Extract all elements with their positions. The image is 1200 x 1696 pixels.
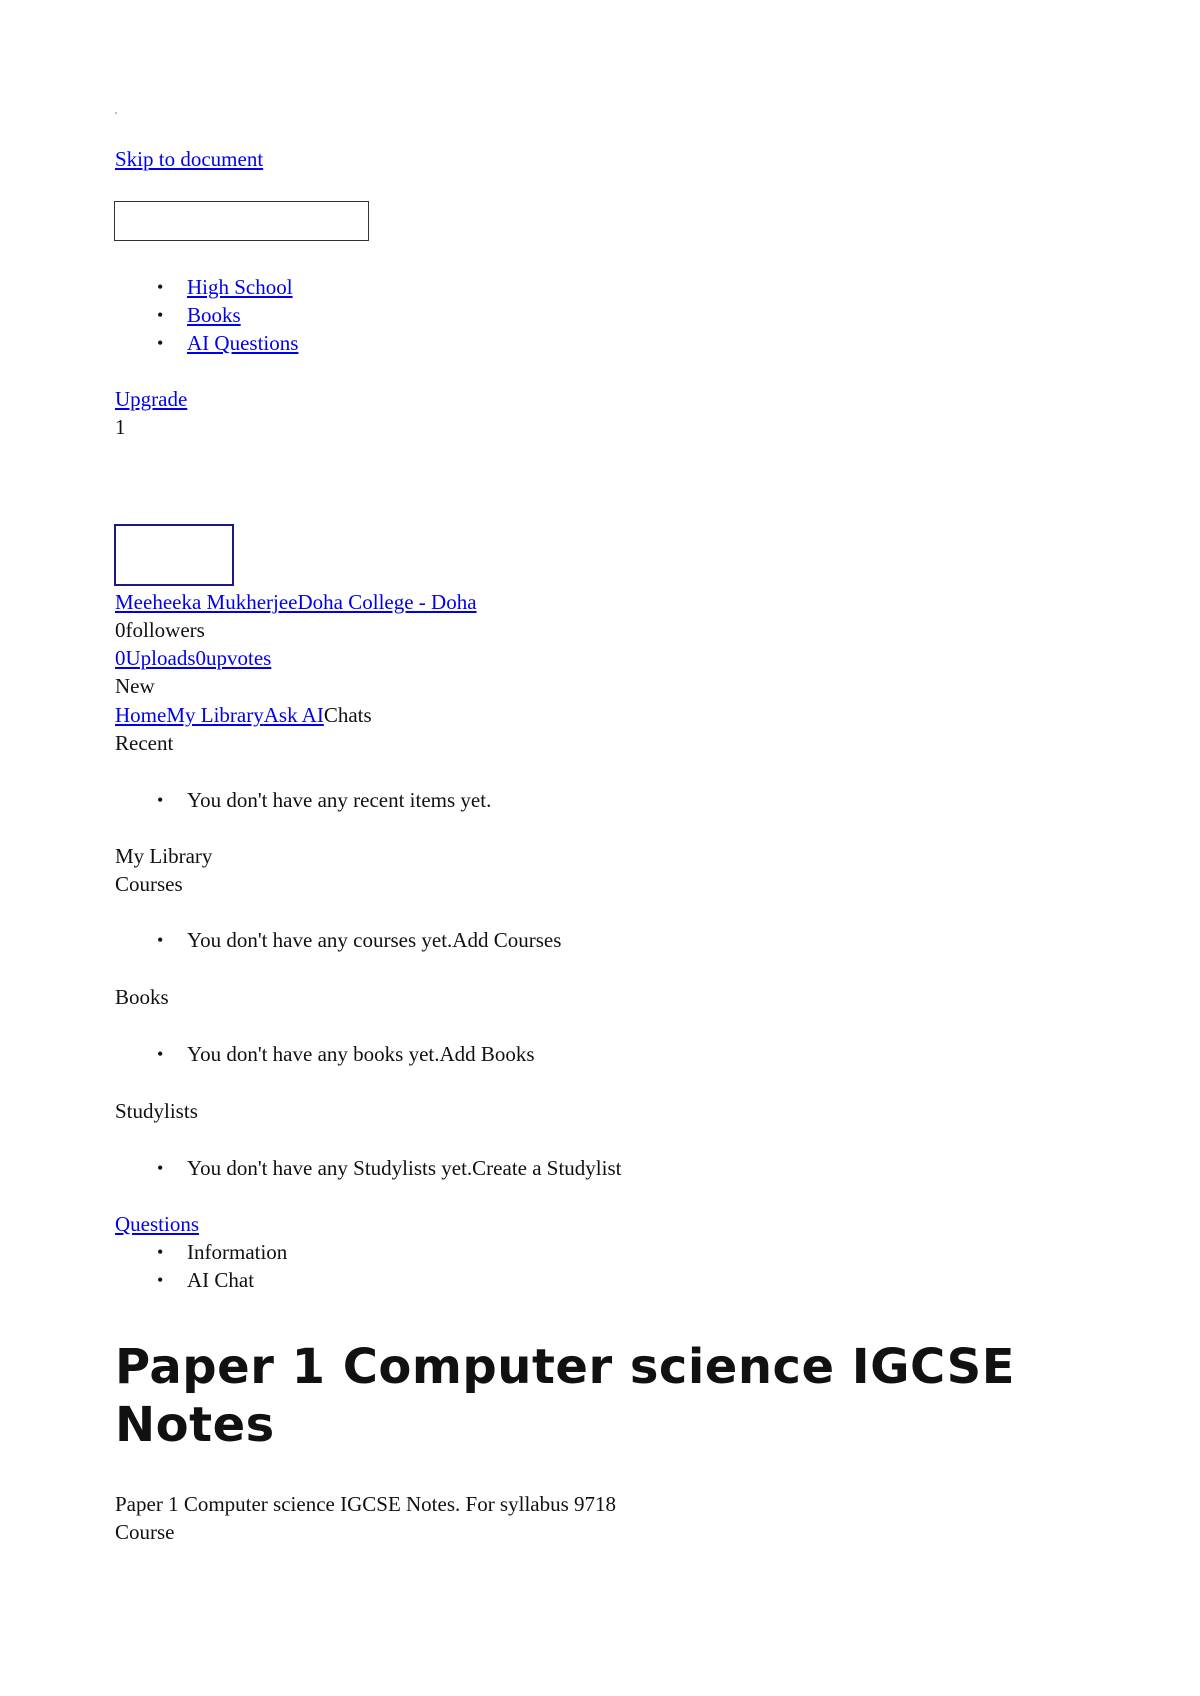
courses-list: You don't have any courses yet.Add Cours… bbox=[115, 926, 561, 954]
recent-heading: Recent bbox=[115, 731, 174, 755]
menu-chats[interactable]: Chats bbox=[324, 703, 372, 727]
my-library-heading: My Library bbox=[115, 844, 213, 868]
courses-heading: Courses bbox=[115, 872, 183, 896]
notification-count: 1 bbox=[115, 415, 126, 439]
avatar[interactable] bbox=[114, 524, 234, 586]
create-studylist-button[interactable]: Create a Studylist bbox=[472, 1156, 621, 1180]
menu-ask-ai-link[interactable]: Ask AI bbox=[264, 703, 324, 727]
nav-link-ai-questions[interactable]: AI Questions bbox=[187, 331, 298, 355]
nav-item-books: Books bbox=[115, 301, 298, 329]
books-empty-text: You don't have any books yet. bbox=[187, 1042, 440, 1066]
books-heading: Books bbox=[115, 985, 169, 1009]
new-label[interactable]: New bbox=[115, 672, 155, 700]
document-title: Paper 1 Computer science IGCSE Notes bbox=[115, 1339, 1015, 1453]
top-nav: High School Books AI Questions bbox=[115, 273, 298, 357]
nav-link-books[interactable]: Books bbox=[187, 303, 241, 327]
upgrade-link[interactable]: Upgrade bbox=[115, 385, 187, 413]
top-dot bbox=[115, 112, 117, 114]
nav-item-high-school: High School bbox=[115, 273, 298, 301]
courses-empty-text: You don't have any courses yet. bbox=[187, 928, 453, 952]
recent-empty-item: You don't have any recent items yet. bbox=[115, 786, 491, 814]
studylists-list: You don't have any Studylists yet.Create… bbox=[115, 1154, 621, 1182]
tab-information[interactable]: Information bbox=[115, 1238, 287, 1266]
books-empty-item: You don't have any books yet.Add Books bbox=[115, 1040, 535, 1068]
skip-to-document-link[interactable]: Skip to document bbox=[115, 145, 263, 173]
questions-link[interactable]: Questions bbox=[115, 1210, 199, 1238]
courses-empty-item: You don't have any courses yet.Add Cours… bbox=[115, 926, 561, 954]
uploads-upvotes-link[interactable]: 0Uploads0upvotes bbox=[115, 644, 271, 672]
nav-item-ai-questions: AI Questions bbox=[115, 329, 298, 357]
menu-my-library-link[interactable]: My Library bbox=[166, 703, 263, 727]
studylists-empty-item: You don't have any Studylists yet.Create… bbox=[115, 1154, 621, 1182]
studylists-empty-text: You don't have any Studylists yet. bbox=[187, 1156, 473, 1180]
menu-home-link[interactable]: Home bbox=[115, 703, 166, 727]
nav-link-high-school[interactable]: High School bbox=[187, 275, 293, 299]
tab-ai-chat[interactable]: AI Chat bbox=[115, 1266, 287, 1294]
profile-link[interactable]: Meeheeka MukherjeeDoha College - Doha bbox=[115, 588, 477, 616]
followers-count: 0followers bbox=[115, 618, 205, 642]
main-menu: HomeMy LibraryAsk AIChats bbox=[115, 701, 372, 729]
add-courses-button[interactable]: Add Courses bbox=[452, 928, 561, 952]
books-list: You don't have any books yet.Add Books bbox=[115, 1040, 535, 1068]
document-tabs: Information AI Chat bbox=[115, 1238, 287, 1294]
search-input[interactable] bbox=[114, 201, 369, 241]
studylists-heading: Studylists bbox=[115, 1099, 198, 1123]
recent-list: You don't have any recent items yet. bbox=[115, 786, 491, 814]
document-description: Paper 1 Computer science IGCSE Notes. Fo… bbox=[115, 1492, 617, 1516]
add-books-button[interactable]: Add Books bbox=[439, 1042, 534, 1066]
course-label: Course bbox=[115, 1520, 175, 1544]
